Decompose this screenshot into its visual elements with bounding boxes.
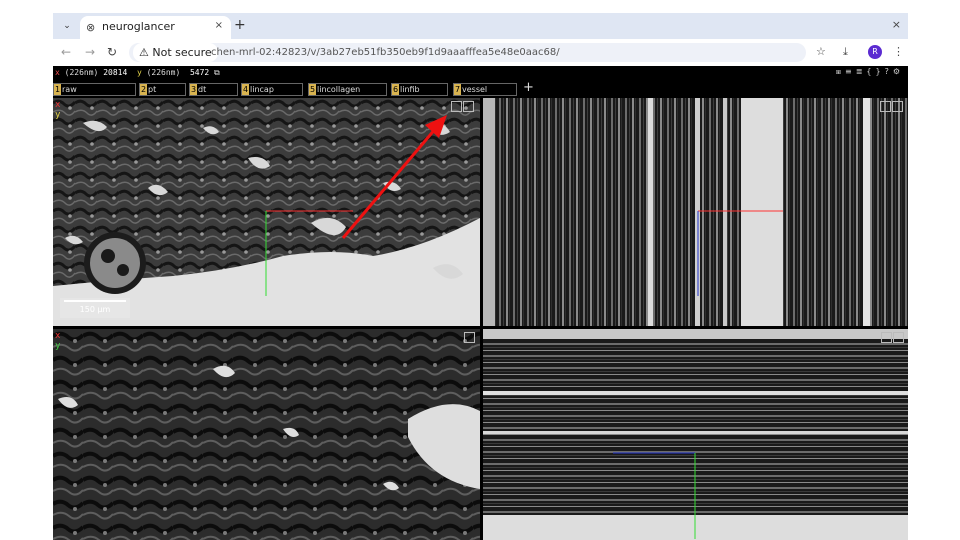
url-text[interactable]: chen-mrl-02:42823/v/3ab27eb51fb350eb9f1d…: [211, 43, 560, 62]
y-unit: (226nm): [146, 68, 181, 77]
new-tab-button[interactable]: +: [234, 17, 246, 33]
axis-x-label: x: [55, 331, 61, 341]
layer-number: 1: [54, 84, 61, 95]
download-icon[interactable]: ⤓: [843, 45, 848, 59]
x-unit: (226nm): [64, 68, 99, 77]
layer-bar: 1 raw 2 pt 3 dt 4 lincap 5 lincollagen 6 linfi…: [53, 80, 908, 97]
layer-number: 3: [190, 84, 197, 95]
axis-x-label: x: [55, 100, 61, 110]
panel-maximize-icon[interactable]: [881, 332, 892, 343]
axis-y-label: y: [55, 341, 61, 351]
scale-bar-line: [64, 300, 126, 302]
horizontal-stripe-image: [483, 329, 908, 540]
copy-icon[interactable]: ⧉: [214, 68, 220, 77]
y-value[interactable]: 5472: [190, 68, 209, 77]
layer-chip[interactable]: 3 dt: [189, 83, 238, 96]
list-icon[interactable]: ≡: [845, 67, 856, 76]
viewer-toolbar-icons: ⧆≡≣{}?⚙: [836, 67, 904, 77]
yz-panel[interactable]: [483, 329, 908, 540]
browser-window: ⌄ ⊗ neuroglancer × + × ← → ↻ ⚠ Not secur…: [53, 13, 908, 540]
panel-maximize-icon[interactable]: [464, 332, 475, 343]
panel-layout-icon[interactable]: [893, 332, 904, 343]
sliders-icon[interactable]: ≣: [856, 67, 867, 76]
help-icon[interactable]: ?: [885, 67, 893, 76]
kebab-menu-icon[interactable]: ⋮: [893, 45, 904, 58]
layer-name: lincap: [250, 85, 274, 94]
layer-name: linfib: [400, 85, 420, 94]
layer-number: 5: [309, 84, 316, 95]
window-close-icon[interactable]: ×: [892, 18, 901, 31]
scale-bar: 150 µm: [60, 298, 130, 318]
position-readout[interactable]: x (226nm) 20814 y (226nm) 5472 ⧉: [55, 68, 220, 78]
axis-y-label: y: [55, 110, 61, 120]
security-indicator[interactable]: ⚠ Not secure: [133, 43, 218, 62]
profile-avatar[interactable]: R: [868, 45, 882, 59]
json-icon[interactable]: {}: [866, 67, 884, 76]
layer-number: 4: [242, 84, 249, 95]
tissue-image: [53, 98, 480, 326]
panel-maximize-icon[interactable]: [880, 101, 891, 112]
x-axis-label: x: [55, 68, 60, 77]
back-icon[interactable]: ←: [61, 45, 71, 59]
panel-layout-icon[interactable]: [892, 101, 903, 112]
browser-toolbar: ← → ↻ ⚠ Not secure chen-mrl-02:42823/v/3…: [53, 39, 908, 66]
zoom-panel[interactable]: x y: [53, 329, 480, 540]
favicon-icon: ⊗: [86, 21, 96, 34]
xy-panel[interactable]: x y 150 µm: [53, 98, 480, 326]
layer-name: lincollagen: [317, 85, 361, 94]
scale-bar-label: 150 µm: [79, 305, 111, 314]
layer-name: dt: [198, 85, 207, 94]
tissue-zoom-image: [53, 329, 480, 540]
tab-strip: ⌄ ⊗ neuroglancer × + ×: [53, 13, 908, 39]
x-value[interactable]: 20814: [103, 68, 127, 77]
layer-chip[interactable]: 5 lincollagen: [308, 83, 387, 96]
tab-menu-icon[interactable]: ⌄: [59, 18, 75, 34]
layer-number: 6: [392, 84, 399, 95]
layer-chip[interactable]: 4 lincap: [241, 83, 303, 96]
xz-panel[interactable]: [483, 98, 908, 326]
layer-chip[interactable]: 2 pt: [139, 83, 186, 96]
layer-chip[interactable]: 6 linfib: [391, 83, 448, 96]
tab-neuroglancer[interactable]: ⊗ neuroglancer ×: [80, 16, 231, 39]
y-axis-label: y: [136, 68, 142, 77]
add-layer-button[interactable]: +: [523, 80, 534, 95]
layer-number: 2: [140, 84, 147, 95]
layer-chip[interactable]: 1 raw: [53, 83, 136, 96]
reload-icon[interactable]: ↻: [107, 45, 117, 59]
layer-chip[interactable]: 7 vessel: [453, 83, 517, 96]
stripe-image: [483, 98, 908, 326]
tab-close-icon[interactable]: ×: [215, 20, 223, 31]
bookmark-star-icon[interactable]: ☆: [816, 45, 826, 58]
layout-icon[interactable]: ⧆: [836, 67, 845, 76]
layer-name: raw: [62, 85, 77, 94]
layer-name: pt: [148, 85, 157, 94]
forward-icon[interactable]: →: [85, 45, 95, 59]
panel-layout-icon[interactable]: [463, 101, 474, 112]
tab-title: neuroglancer: [102, 20, 175, 33]
layer-number: 7: [454, 84, 461, 95]
address-bar[interactable]: ⚠ Not secure chen-mrl-02:42823/v/3ab27eb…: [129, 43, 806, 62]
coordinate-bar: x (226nm) 20814 y (226nm) 5472 ⧉ ⧆≡≣{}?⚙: [53, 66, 908, 80]
settings-gear-icon[interactable]: ⚙: [893, 67, 904, 76]
panel-maximize-icon[interactable]: [451, 101, 462, 112]
layer-name: vessel: [462, 85, 488, 94]
